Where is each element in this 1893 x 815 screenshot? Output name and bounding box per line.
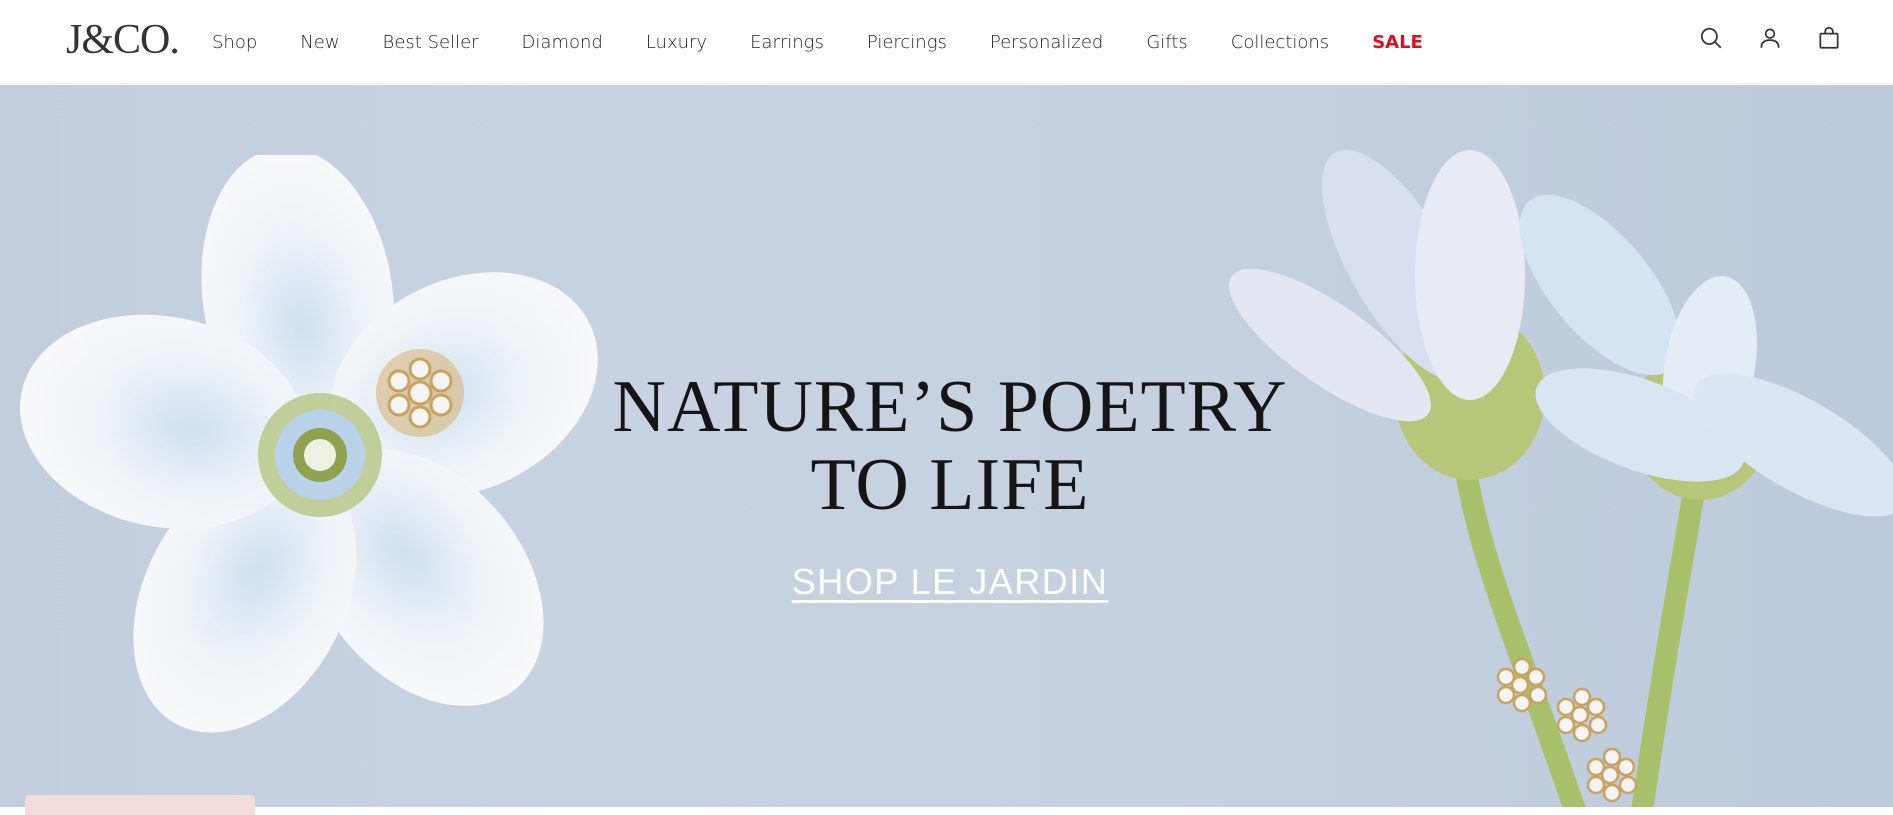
- bottom-floating-tab[interactable]: [25, 795, 255, 815]
- site-header: J&CO. Shop New Best Seller Diamond Luxur…: [0, 0, 1893, 84]
- account-icon[interactable]: [1756, 24, 1784, 52]
- hero-headline: NATURE’S POETRY TO LIFE: [600, 368, 1300, 524]
- hero-banner[interactable]: NATURE’S POETRY TO LIFE SHOP LE JARDIN: [0, 85, 1893, 807]
- nav-item-earrings[interactable]: Earrings: [750, 32, 824, 53]
- nav-item-diamond[interactable]: Diamond: [522, 32, 603, 53]
- nav-item-personalized[interactable]: Personalized: [990, 32, 1103, 53]
- flower-image-left: [20, 155, 598, 733]
- search-icon[interactable]: [1697, 24, 1725, 52]
- nav-item-gifts[interactable]: Gifts: [1146, 32, 1187, 53]
- main-nav: Shop New Best Seller Diamond Luxury Earr…: [212, 0, 1466, 84]
- bag-icon[interactable]: [1815, 24, 1843, 52]
- hero-cta-wrapper: SHOP LE JARDIN: [600, 561, 1300, 603]
- nav-item-sale[interactable]: SALE: [1372, 32, 1423, 53]
- nav-item-piercings[interactable]: Piercings: [867, 32, 947, 53]
- brand-logo[interactable]: J&CO.: [66, 16, 180, 64]
- nav-item-new[interactable]: New: [300, 32, 339, 53]
- header-icons: [1697, 24, 1843, 52]
- nav-item-collections[interactable]: Collections: [1231, 32, 1329, 53]
- hero-headline-line-1: NATURE’S POETRY: [612, 366, 1288, 448]
- nav-item-shop[interactable]: Shop: [212, 32, 257, 53]
- hero-headline-line-2: TO LIFE: [810, 444, 1090, 526]
- nav-item-luxury[interactable]: Luxury: [646, 32, 707, 53]
- shop-le-jardin-link[interactable]: SHOP LE JARDIN: [792, 561, 1108, 602]
- nav-item-best-seller[interactable]: Best Seller: [383, 32, 479, 53]
